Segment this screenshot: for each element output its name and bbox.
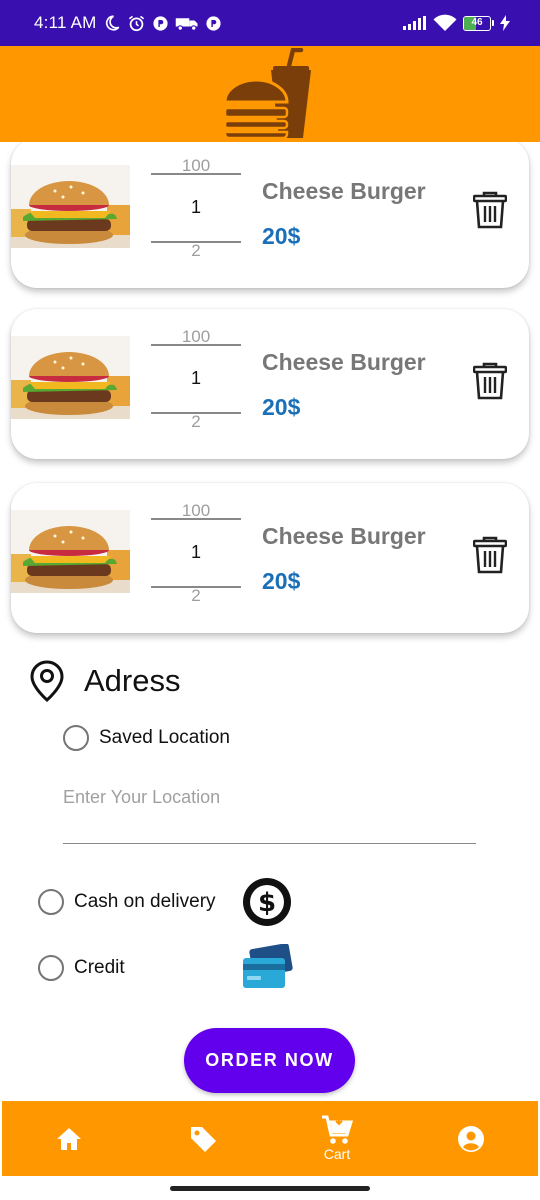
burger-drink-logo — [223, 48, 311, 140]
app-notification-icon — [205, 15, 221, 31]
delete-item-button[interactable] — [471, 360, 509, 402]
charging-icon — [500, 15, 510, 31]
item-price: 20$ — [262, 394, 301, 420]
quantity-picker[interactable]: 100 1 2 — [151, 501, 241, 605]
saved-location-radio[interactable] — [63, 725, 89, 751]
delete-item-button[interactable] — [471, 189, 509, 231]
location-input[interactable] — [63, 782, 476, 808]
burger-image — [11, 336, 130, 419]
saved-location-option[interactable]: Saved Location — [63, 725, 230, 751]
delivery-truck-icon — [175, 17, 198, 31]
credit-label: Credit — [74, 957, 125, 978]
picker-divider — [151, 173, 241, 175]
nav-cart-label: Cart — [323, 1146, 351, 1162]
app-notification-icon — [152, 15, 168, 31]
home-indicator — [170, 1186, 370, 1191]
credit-option[interactable]: Credit — [38, 955, 125, 981]
item-name: Cheese Burger — [262, 349, 426, 375]
item-name: Cheese Burger — [262, 178, 426, 204]
cash-on-delivery-label: Cash on delivery — [74, 891, 216, 912]
quantity-value: 1 — [190, 368, 201, 388]
wifi-icon — [433, 14, 457, 31]
burger-image — [11, 165, 130, 248]
cart-item-card: 100 1 2 Cheese Burger 20$ — [11, 483, 529, 633]
status-icons-right: 46 — [403, 14, 510, 32]
signal-icon — [403, 16, 426, 30]
status-time: 4:11 AM — [34, 13, 97, 32]
delete-item-button[interactable] — [471, 534, 509, 576]
bottom-nav: Cart — [2, 1101, 538, 1176]
tag-icon — [191, 1126, 216, 1152]
moon-icon — [105, 15, 119, 31]
trash-icon — [473, 536, 507, 574]
item-price: 20$ — [262, 568, 301, 594]
quantity-value: 1 — [190, 197, 201, 217]
quantity-picker[interactable]: 100 1 2 — [151, 327, 241, 431]
credit-card-icon — [243, 944, 293, 988]
saved-location-label: Saved Location — [99, 727, 230, 748]
cart-list: 100 1 2 Cheese Burger 20$ 100 1 2 Cheese… — [0, 142, 540, 648]
alarm-icon — [128, 15, 144, 31]
home-icon — [57, 1127, 81, 1150]
trash-icon — [473, 362, 507, 400]
picker-divider — [151, 518, 241, 520]
order-now-button[interactable]: ORDER NOW — [184, 1028, 355, 1093]
nav-home[interactable] — [2, 1101, 136, 1176]
cart-icon — [322, 1115, 353, 1144]
location-pin-icon — [30, 660, 64, 702]
credit-radio[interactable] — [38, 955, 64, 981]
item-name: Cheese Burger — [262, 523, 426, 549]
address-title: Adress — [84, 663, 181, 698]
quantity-next-value: 2 — [191, 412, 201, 431]
address-header: Adress — [30, 660, 180, 702]
cash-on-delivery-option[interactable]: Cash on delivery — [38, 889, 216, 915]
status-bar: 4:11 AM 46 — [0, 0, 540, 46]
trash-icon — [473, 191, 507, 229]
burger-image — [11, 510, 130, 593]
quantity-next-value: 2 — [191, 586, 201, 605]
battery-icon: 46 — [463, 15, 494, 31]
nav-account[interactable] — [404, 1101, 538, 1176]
quantity-value: 1 — [190, 542, 201, 562]
battery-level: 46 — [471, 16, 483, 28]
location-field[interactable] — [63, 782, 476, 844]
cart-item-card: 100 1 2 Cheese Burger 20$ — [11, 142, 529, 288]
quantity-picker[interactable]: 100 1 2 — [151, 156, 241, 260]
cart-item-card: 100 1 2 Cheese Burger 20$ — [11, 309, 529, 459]
dollar-coin-icon: $ — [243, 878, 291, 926]
item-price: 20$ — [262, 223, 301, 249]
cash-on-delivery-radio[interactable] — [38, 889, 64, 915]
quantity-next-value: 2 — [191, 241, 201, 260]
nav-offers[interactable] — [136, 1101, 270, 1176]
svg-text:$: $ — [258, 888, 276, 918]
app-screen: 4:11 AM 46 100 1 2 Cheese Burger 20$ 100… — [0, 0, 540, 1200]
app-bar — [0, 46, 540, 142]
nav-cart[interactable]: Cart — [270, 1101, 404, 1176]
account-icon — [458, 1125, 484, 1152]
status-icons-left — [103, 14, 222, 33]
picker-divider — [151, 344, 241, 346]
